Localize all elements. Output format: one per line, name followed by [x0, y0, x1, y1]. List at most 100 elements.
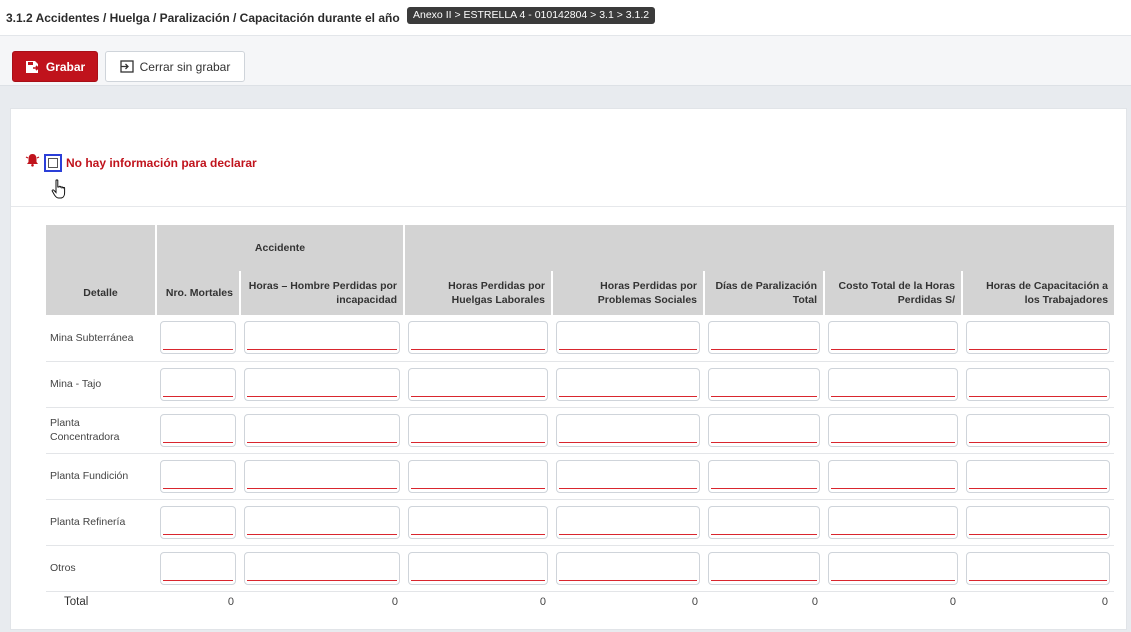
horas-hombre-input[interactable] [244, 551, 400, 585]
horas-hombre-input[interactable] [244, 321, 400, 355]
horas-hombre-input[interactable] [244, 413, 400, 447]
dias-paralizacion-input[interactable] [708, 321, 820, 355]
nro-mortales-input[interactable] [160, 321, 236, 355]
toolbar: Grabar Cerrar sin grabar [0, 36, 1131, 86]
column-header-costo-total: Costo Total de la Horas Perdidas S/ [824, 271, 963, 315]
table-cell [156, 407, 240, 454]
save-button-label: Grabar [45, 59, 86, 74]
table-cell [704, 545, 824, 592]
table-cell [962, 499, 1115, 546]
horas-problemas-sociales-input[interactable] [556, 551, 700, 585]
table-cell [824, 499, 962, 546]
column-header-horas-hombre-perdidas: Horas – Hombre Perdidas por incapacidad [240, 271, 405, 315]
table-cell [552, 499, 704, 546]
costo-total-input[interactable] [828, 459, 958, 493]
costo-total-input[interactable] [828, 551, 958, 585]
horas-capacitacion-input[interactable] [966, 321, 1111, 355]
dias-paralizacion-input[interactable] [708, 459, 820, 493]
save-icon [25, 60, 40, 74]
nro-mortales-input[interactable] [160, 413, 236, 447]
table-row: Planta Refinería [46, 499, 1115, 546]
table-header-row: Detalle Nro. Mortales Horas – Hombre Per… [46, 271, 1115, 315]
table-cell [824, 545, 962, 592]
table-cell [552, 361, 704, 408]
form-panel: No hay información para declarar Acciden… [10, 108, 1127, 630]
table-cell [704, 499, 824, 546]
save-button[interactable]: Grabar [12, 51, 98, 82]
dias-paralizacion-input[interactable] [708, 413, 820, 447]
table-row: Mina - Tajo [46, 361, 1115, 408]
horas-problemas-sociales-input[interactable] [556, 459, 700, 493]
costo-total-input[interactable] [828, 413, 958, 447]
nro-mortales-input[interactable] [160, 459, 236, 493]
row-label: Mina - Tajo [46, 361, 156, 408]
table-cell [704, 453, 824, 500]
dias-paralizacion-input[interactable] [708, 367, 820, 401]
column-header-horas-problemas-sociales: Horas Perdidas por Problemas Sociales [552, 271, 705, 315]
section-divider [11, 206, 1126, 207]
header-accidente: Accidente [156, 225, 405, 271]
table-cell [962, 407, 1115, 454]
column-header-nro-mortales: Nro. Mortales [156, 271, 241, 315]
exit-icon [119, 60, 134, 73]
nro-mortales-input[interactable] [160, 505, 236, 539]
costo-total-input[interactable] [828, 321, 958, 355]
total-dias-paralizacion: 0 [811, 596, 818, 609]
table-cell [962, 453, 1115, 500]
horas-capacitacion-input[interactable] [966, 551, 1111, 585]
table-cell [240, 499, 404, 546]
row-label: Planta Refinería [46, 499, 156, 546]
row-label: Planta Concentradora [46, 407, 156, 454]
table-row: Planta Fundición [46, 453, 1115, 500]
horas-capacitacion-input[interactable] [966, 413, 1111, 447]
horas-huelgas-input[interactable] [408, 367, 548, 401]
page-title: 3.1.2 Accidentes / Huelga / Paralización… [6, 11, 400, 25]
table-cell [824, 361, 962, 408]
horas-hombre-input[interactable] [244, 505, 400, 539]
row-label: Planta Fundición [46, 453, 156, 500]
table-cell [156, 545, 240, 592]
horas-problemas-sociales-input[interactable] [556, 505, 700, 539]
no-data-row: No hay información para declarar [25, 153, 257, 172]
table-cell [404, 315, 552, 362]
close-without-saving-button[interactable]: Cerrar sin grabar [105, 51, 245, 82]
costo-total-input[interactable] [828, 367, 958, 401]
table-cell [962, 545, 1115, 592]
horas-huelgas-input[interactable] [408, 321, 548, 355]
costo-total-input[interactable] [828, 505, 958, 539]
no-data-label: No hay información para declarar [66, 155, 257, 170]
table-cell [404, 545, 552, 592]
horas-capacitacion-input[interactable] [966, 459, 1111, 493]
dias-paralizacion-input[interactable] [708, 551, 820, 585]
horas-problemas-sociales-input[interactable] [556, 413, 700, 447]
horas-problemas-sociales-input[interactable] [556, 367, 700, 401]
horas-capacitacion-input[interactable] [966, 367, 1111, 401]
total-label: Total [64, 596, 89, 609]
breadcrumb: Anexo II > ESTRELLA 4 - 010142804 > 3.1 … [407, 7, 656, 24]
no-data-checkbox[interactable] [44, 153, 62, 172]
horas-huelgas-input[interactable] [408, 413, 548, 447]
horas-problemas-sociales-input[interactable] [556, 321, 700, 355]
horas-huelgas-input[interactable] [408, 551, 548, 585]
table-cell [404, 407, 552, 454]
table-cell [962, 315, 1115, 362]
table-cell [404, 499, 552, 546]
horas-huelgas-input[interactable] [408, 505, 548, 539]
column-header-horas-huelgas: Horas Perdidas por Huelgas Laborales [404, 271, 553, 315]
total-horas-problemas-sociales: 0 [691, 596, 698, 609]
table-cell [404, 361, 552, 408]
horas-huelgas-input[interactable] [408, 459, 548, 493]
table-cell [240, 545, 404, 592]
nro-mortales-input[interactable] [160, 367, 236, 401]
nro-mortales-input[interactable] [160, 551, 236, 585]
horas-hombre-input[interactable] [244, 459, 400, 493]
dias-paralizacion-input[interactable] [708, 505, 820, 539]
table-cell [704, 315, 824, 362]
horas-capacitacion-input[interactable] [966, 505, 1111, 539]
close-button-label: Cerrar sin grabar [139, 59, 231, 74]
table-cell [156, 361, 240, 408]
table-cell [240, 407, 404, 454]
horas-hombre-input[interactable] [244, 367, 400, 401]
table-cell [404, 453, 552, 500]
table-cell [824, 315, 962, 362]
